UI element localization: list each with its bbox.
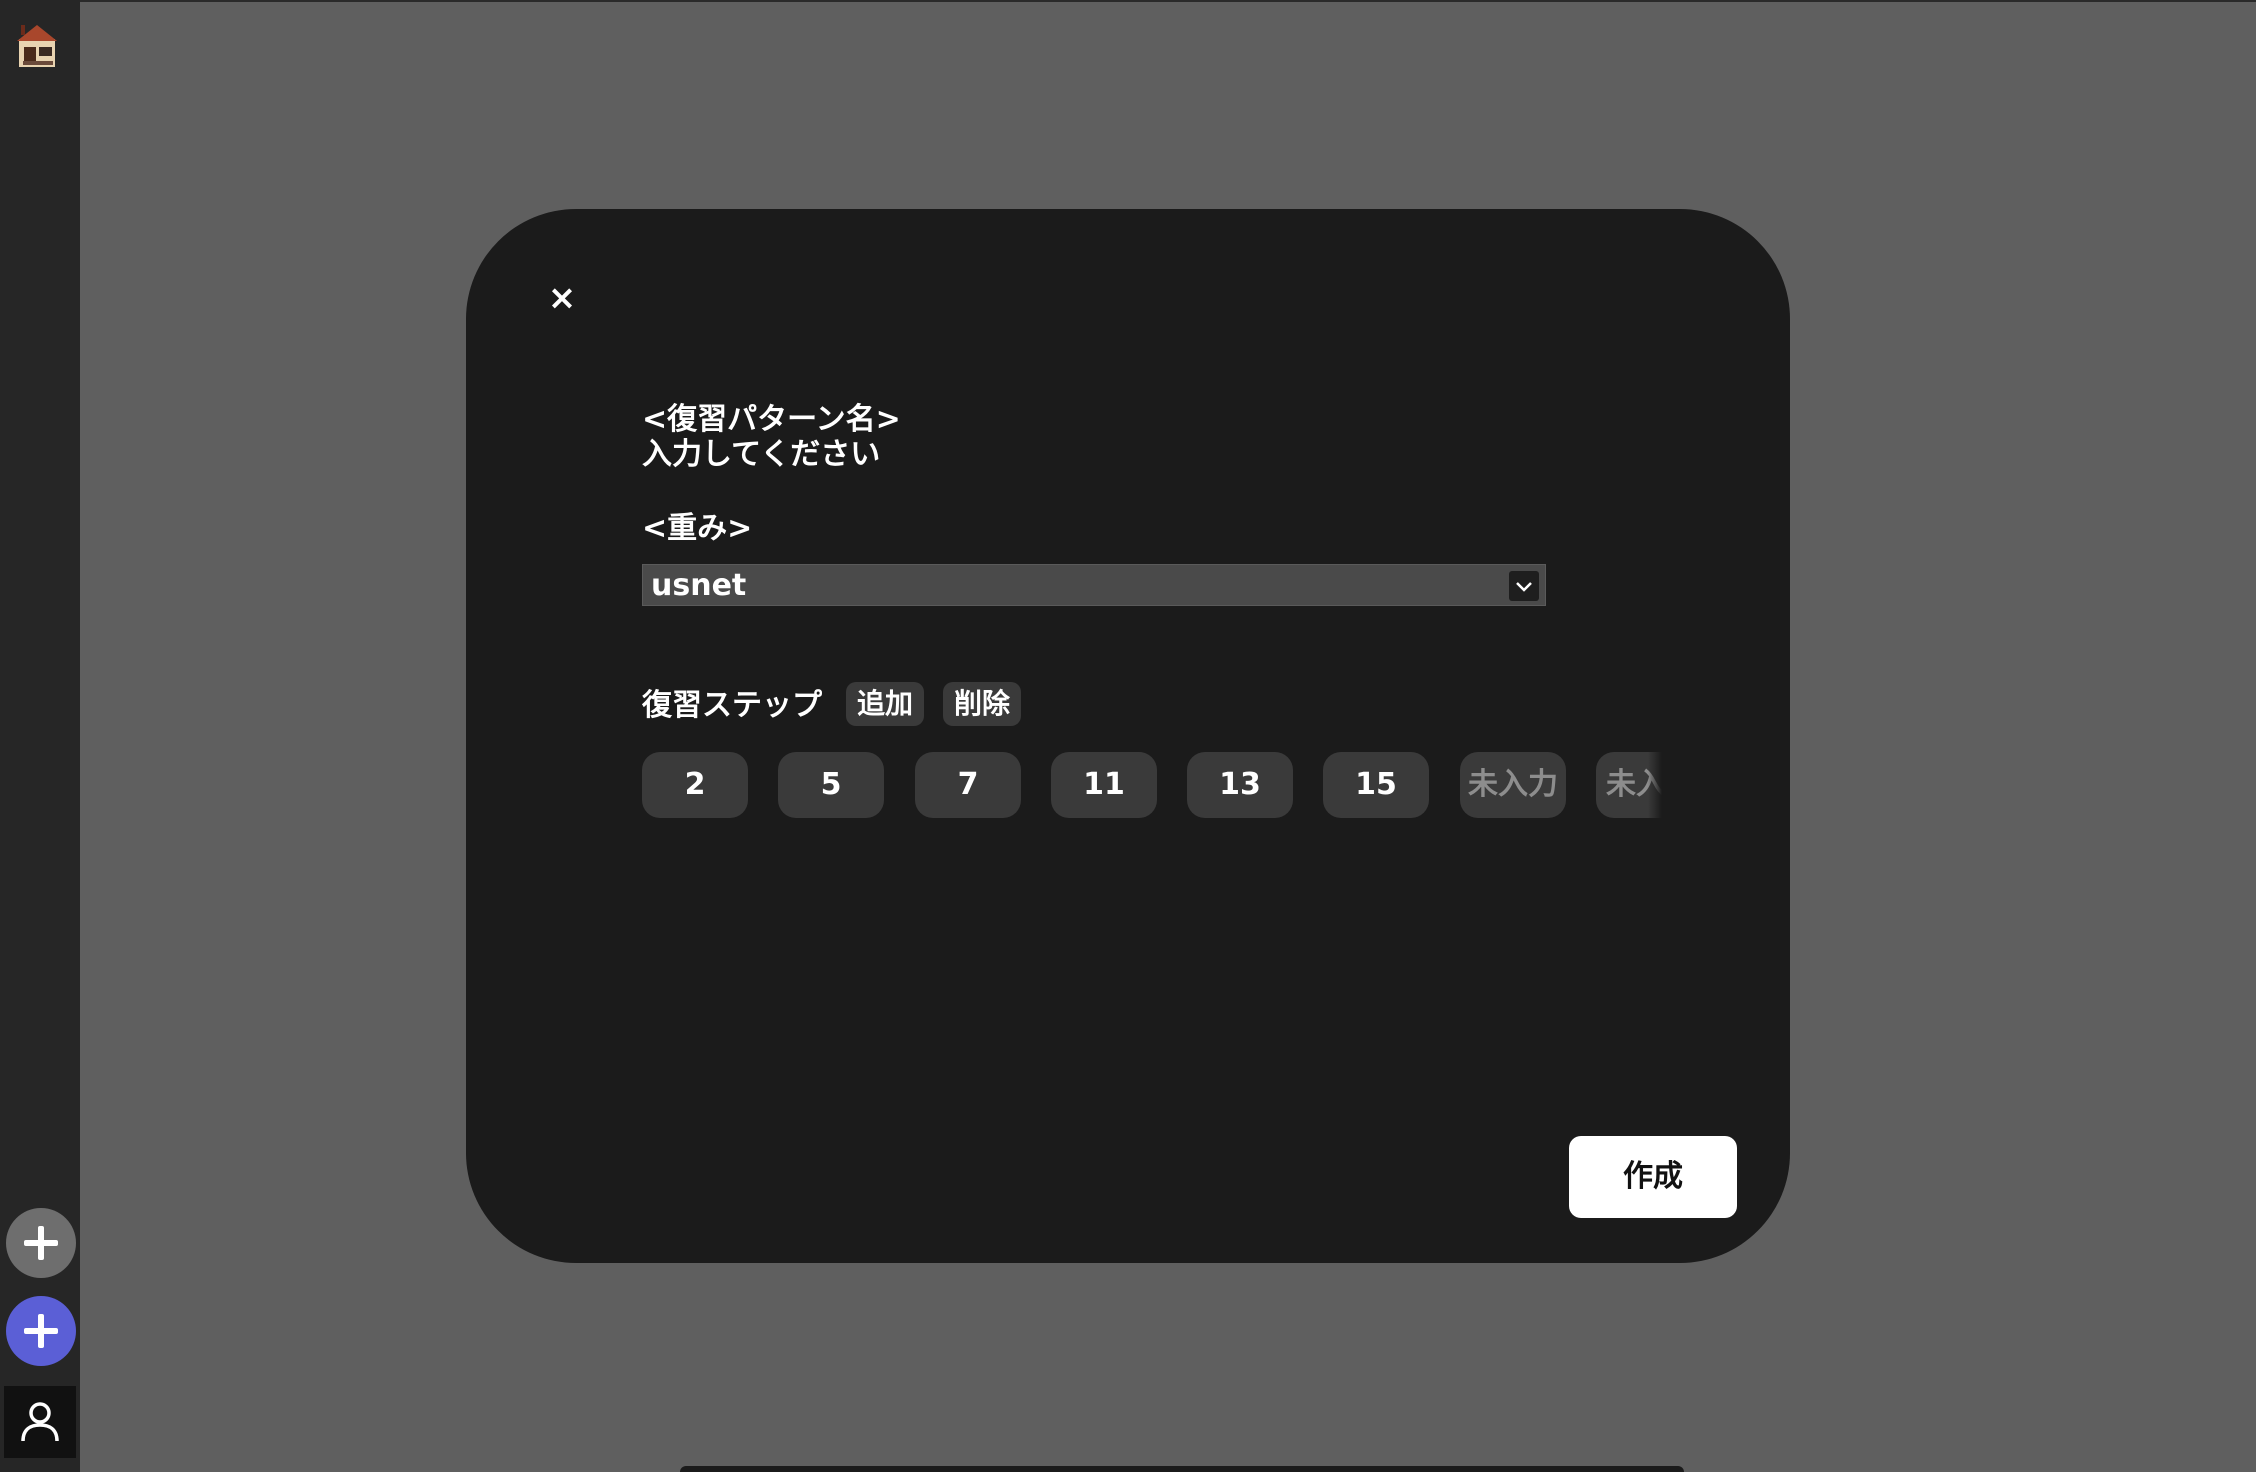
add-primary-button[interactable]: [6, 1296, 76, 1366]
weight-select[interactable]: usnet: [642, 564, 1546, 606]
home-logo-icon[interactable]: [15, 23, 59, 69]
background-card-edge: [680, 1466, 1684, 1472]
delete-step-button[interactable]: 削除: [943, 682, 1021, 726]
step-input[interactable]: 13: [1187, 752, 1293, 818]
top-border: [0, 0, 2256, 2]
plus-icon: [24, 1226, 58, 1260]
user-profile-button[interactable]: [4, 1386, 76, 1458]
step-input[interactable]: 11: [1051, 752, 1157, 818]
pattern-name-input[interactable]: 入力してください: [642, 437, 880, 473]
step-input[interactable]: 5: [778, 752, 884, 818]
add-button[interactable]: [6, 1208, 76, 1278]
review-steps-list: 2 5 7 11 13 15 未入力 未入力: [642, 752, 1662, 820]
step-input[interactable]: 15: [1323, 752, 1429, 818]
weight-label: <重み>: [642, 511, 753, 546]
step-input[interactable]: 未入力: [1460, 752, 1566, 818]
review-steps-label: 復習ステップ: [642, 688, 822, 723]
create-pattern-modal: [466, 209, 1790, 1263]
create-button[interactable]: 作成: [1569, 1136, 1737, 1218]
chevron-down-icon: [1509, 571, 1539, 601]
sidebar: [0, 0, 80, 1472]
step-input[interactable]: 7: [915, 752, 1021, 818]
plus-icon: [24, 1314, 58, 1348]
weight-select-value: usnet: [651, 568, 747, 603]
add-step-button[interactable]: 追加: [846, 682, 924, 726]
scroll-fade: [1648, 752, 1662, 820]
step-input[interactable]: 2: [642, 752, 748, 818]
user-icon: [21, 1402, 59, 1442]
pattern-name-label: <復習パターン名>: [642, 402, 901, 437]
close-icon[interactable]: ×: [544, 280, 580, 316]
